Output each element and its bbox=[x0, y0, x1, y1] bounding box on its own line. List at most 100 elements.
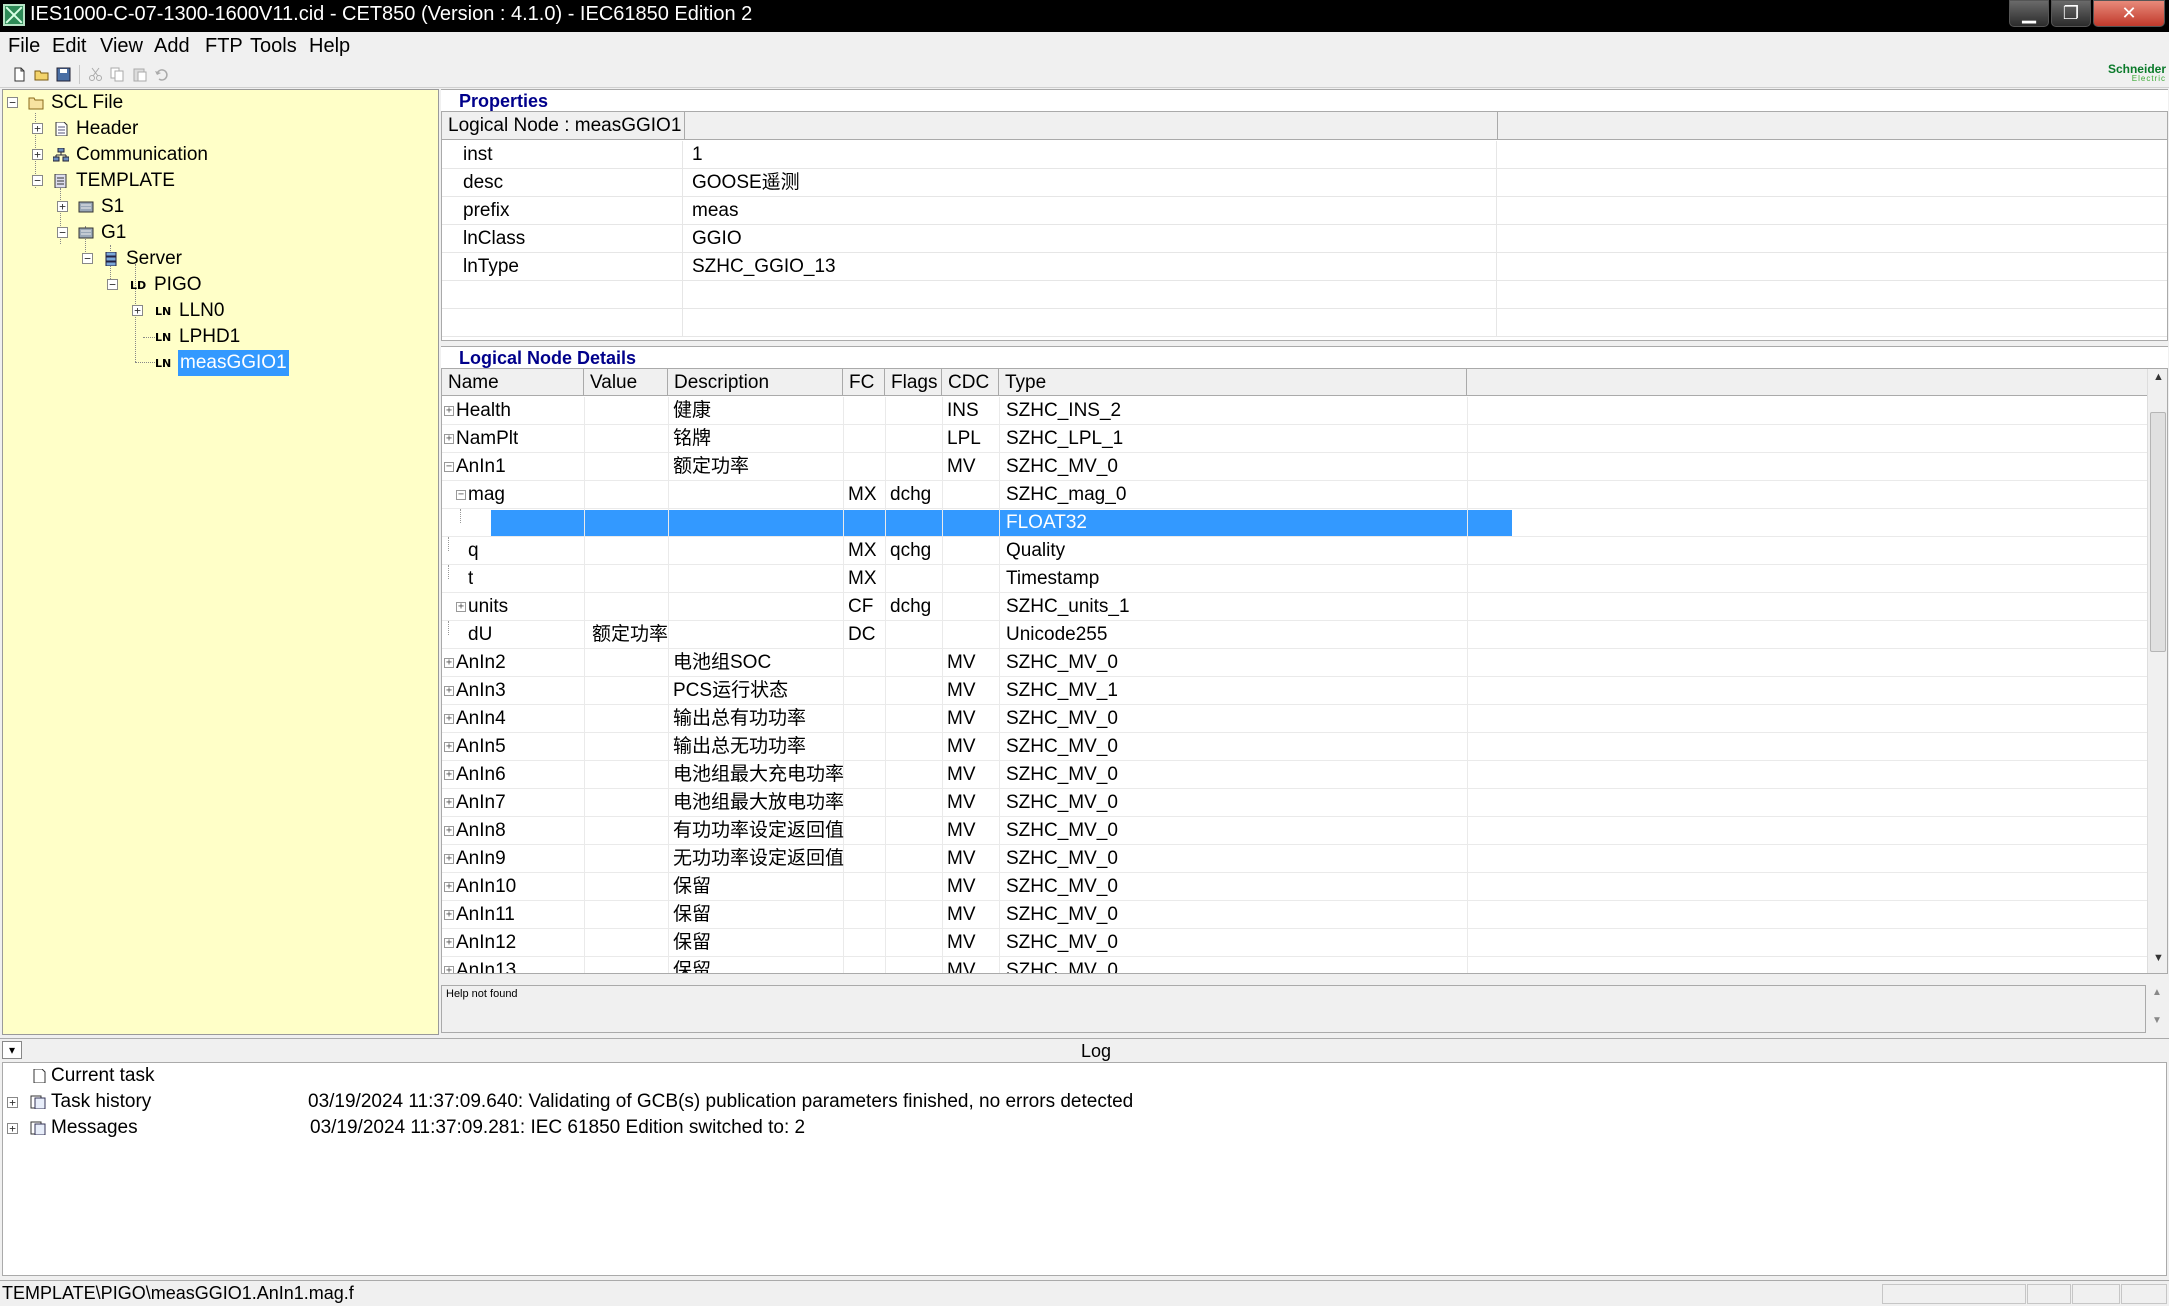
property-row[interactable]: prefix meas bbox=[442, 197, 2167, 225]
table-row[interactable]: + AnIn5 输出总无功功率 MV SZHC_MV_0 bbox=[442, 733, 2147, 761]
table-row[interactable]: + AnIn3 PCS运行状态 MV SZHC_MV_1 bbox=[442, 677, 2147, 705]
property-value[interactable]: meas bbox=[692, 197, 738, 225]
collapse-toggle[interactable]: − bbox=[32, 175, 43, 186]
undo-icon[interactable] bbox=[154, 67, 169, 82]
property-value[interactable]: 1 bbox=[692, 141, 703, 169]
table-row[interactable]: + AnIn8 有功功率设定返回值 MV SZHC_MV_0 bbox=[442, 817, 2147, 845]
property-row[interactable]: inst 1 bbox=[442, 141, 2167, 169]
table-row[interactable]: q MX qchg Quality bbox=[442, 537, 2147, 565]
property-value[interactable]: GGIO bbox=[692, 225, 742, 253]
table-row[interactable]: + NamPlt 铭牌 LPL SZHC_LPL_1 bbox=[442, 425, 2147, 453]
tree-node-measggio1[interactable]: LN measGGIO1 bbox=[3, 350, 433, 376]
table-row[interactable]: + AnIn13 保留 MV SZHC_MV_0 bbox=[442, 957, 2147, 973]
col-cdc[interactable]: CDC bbox=[942, 369, 999, 396]
chevron-down-icon[interactable]: ▾ bbox=[2, 1041, 22, 1059]
table-row[interactable]: + AnIn4 输出总有功功率 MV SZHC_MV_0 bbox=[442, 705, 2147, 733]
expand-toggle[interactable]: + bbox=[444, 686, 454, 696]
property-row[interactable]: lnType SZHC_GGIO_13 bbox=[442, 253, 2167, 281]
tree-node-communication[interactable]: + Communication bbox=[3, 142, 433, 168]
table-row[interactable]: + AnIn9 无功功率设定返回值 MV SZHC_MV_0 bbox=[442, 845, 2147, 873]
tree-node-scl-file[interactable]: − SCL File bbox=[3, 90, 433, 116]
menu-ftp[interactable]: FTP bbox=[205, 35, 243, 58]
collapse-toggle[interactable]: − bbox=[107, 279, 118, 290]
collapse-toggle[interactable]: − bbox=[7, 97, 18, 108]
maximize-button[interactable]: ❐ bbox=[2051, 0, 2091, 27]
property-row[interactable]: desc GOOSE遥测 bbox=[442, 169, 2167, 197]
expand-toggle[interactable]: + bbox=[444, 910, 454, 920]
scroll-up-icon[interactable]: ▲ bbox=[2152, 987, 2162, 998]
col-flags[interactable]: Flags bbox=[885, 369, 942, 396]
menu-file[interactable]: File bbox=[8, 35, 40, 58]
details-scrollbar[interactable]: ▲ ▼ bbox=[2147, 369, 2167, 973]
menu-help[interactable]: Help bbox=[309, 35, 350, 58]
expand-toggle[interactable]: + bbox=[444, 658, 454, 668]
tree-node-lphd1[interactable]: LN LPHD1 bbox=[3, 324, 433, 350]
tree-node-g1[interactable]: − G1 bbox=[3, 220, 433, 246]
minimize-button[interactable]: ▁ bbox=[2009, 0, 2049, 27]
table-row[interactable]: + AnIn6 电池组最大充电功率 MV SZHC_MV_0 bbox=[442, 761, 2147, 789]
menu-tools[interactable]: Tools bbox=[250, 35, 297, 58]
col-fc[interactable]: FC bbox=[843, 369, 885, 396]
menu-add[interactable]: Add bbox=[154, 35, 190, 58]
menu-view[interactable]: View bbox=[100, 35, 143, 58]
expand-toggle[interactable]: + bbox=[456, 602, 466, 612]
expand-toggle[interactable]: + bbox=[32, 123, 43, 134]
scroll-up-icon[interactable]: ▲ bbox=[2153, 371, 2164, 383]
copy-icon[interactable] bbox=[110, 67, 125, 82]
cell-value[interactable]: 额定功率 bbox=[592, 621, 668, 649]
expand-toggle[interactable]: + bbox=[444, 406, 454, 416]
table-row[interactable]: − AnIn1 额定功率 MV SZHC_MV_0 bbox=[442, 453, 2147, 481]
save-icon[interactable] bbox=[56, 67, 71, 82]
table-row[interactable]: + AnIn7 电池组最大放电功率 MV SZHC_MV_0 bbox=[442, 789, 2147, 817]
collapse-toggle[interactable]: − bbox=[456, 490, 466, 500]
table-row[interactable]: dU 额定功率 DC Unicode255 bbox=[442, 621, 2147, 649]
col-value[interactable]: Value bbox=[584, 369, 668, 396]
paste-icon[interactable] bbox=[132, 67, 147, 82]
table-row[interactable]: + AnIn2 电池组SOC MV SZHC_MV_0 bbox=[442, 649, 2147, 677]
table-row[interactable]: + AnIn12 保留 MV SZHC_MV_0 bbox=[442, 929, 2147, 957]
expand-toggle[interactable]: + bbox=[132, 305, 143, 316]
col-description[interactable]: Description bbox=[668, 369, 843, 396]
expand-toggle[interactable]: + bbox=[444, 798, 454, 808]
expand-toggle[interactable]: + bbox=[444, 770, 454, 780]
expand-toggle[interactable]: + bbox=[7, 1097, 18, 1108]
menu-edit[interactable]: Edit bbox=[52, 35, 86, 58]
tree-node-s1[interactable]: + S1 bbox=[3, 194, 433, 220]
scroll-down-icon[interactable]: ▼ bbox=[2152, 1015, 2162, 1026]
table-row[interactable]: + units CF dchg SZHC_units_1 bbox=[442, 593, 2147, 621]
table-row[interactable]: + AnIn10 保留 MV SZHC_MV_0 bbox=[442, 873, 2147, 901]
expand-toggle[interactable]: + bbox=[444, 434, 454, 444]
col-name[interactable]: Name bbox=[442, 369, 584, 396]
log-task-history[interactable]: + Task history bbox=[3, 1089, 303, 1115]
scroll-down-icon[interactable]: ▼ bbox=[2153, 952, 2164, 964]
log-current-task[interactable]: Current task bbox=[3, 1063, 303, 1089]
expand-toggle[interactable]: + bbox=[444, 742, 454, 752]
expand-toggle[interactable]: + bbox=[444, 854, 454, 864]
tree-node-pigo[interactable]: − LD PIGO bbox=[3, 272, 433, 298]
log-messages[interactable]: + Messages bbox=[3, 1115, 303, 1141]
col-type[interactable]: Type bbox=[999, 369, 1467, 396]
help-scrollbar[interactable]: ▲ ▼ bbox=[2146, 985, 2168, 1033]
table-row[interactable]: t MX Timestamp bbox=[442, 565, 2147, 593]
tree-node-lln0[interactable]: + LN LLN0 bbox=[3, 298, 433, 324]
scroll-thumb[interactable] bbox=[2150, 412, 2166, 652]
table-row[interactable]: + Health 健康 INS SZHC_INS_2 bbox=[442, 397, 2147, 425]
collapse-toggle[interactable]: − bbox=[57, 227, 68, 238]
tree-node-template[interactable]: − TEMPLATE bbox=[3, 168, 433, 194]
collapse-toggle[interactable]: − bbox=[82, 253, 93, 264]
table-row[interactable]: + AnIn11 保留 MV SZHC_MV_0 bbox=[442, 901, 2147, 929]
close-button[interactable]: ✕ bbox=[2093, 0, 2165, 27]
cut-icon[interactable] bbox=[88, 67, 103, 82]
expand-toggle[interactable]: + bbox=[57, 201, 68, 212]
open-folder-icon[interactable] bbox=[34, 67, 49, 82]
table-row[interactable]: − mag MX dchg SZHC_mag_0 bbox=[442, 481, 2147, 509]
expand-toggle[interactable]: + bbox=[444, 938, 454, 948]
property-value[interactable]: SZHC_GGIO_13 bbox=[692, 253, 836, 281]
expand-toggle[interactable]: + bbox=[444, 714, 454, 724]
expand-toggle[interactable]: + bbox=[444, 966, 454, 973]
collapse-toggle[interactable]: − bbox=[444, 462, 454, 472]
property-value[interactable]: GOOSE遥测 bbox=[692, 169, 800, 197]
expand-toggle[interactable]: + bbox=[444, 882, 454, 892]
expand-toggle[interactable]: + bbox=[444, 826, 454, 836]
new-file-icon[interactable] bbox=[12, 67, 27, 82]
